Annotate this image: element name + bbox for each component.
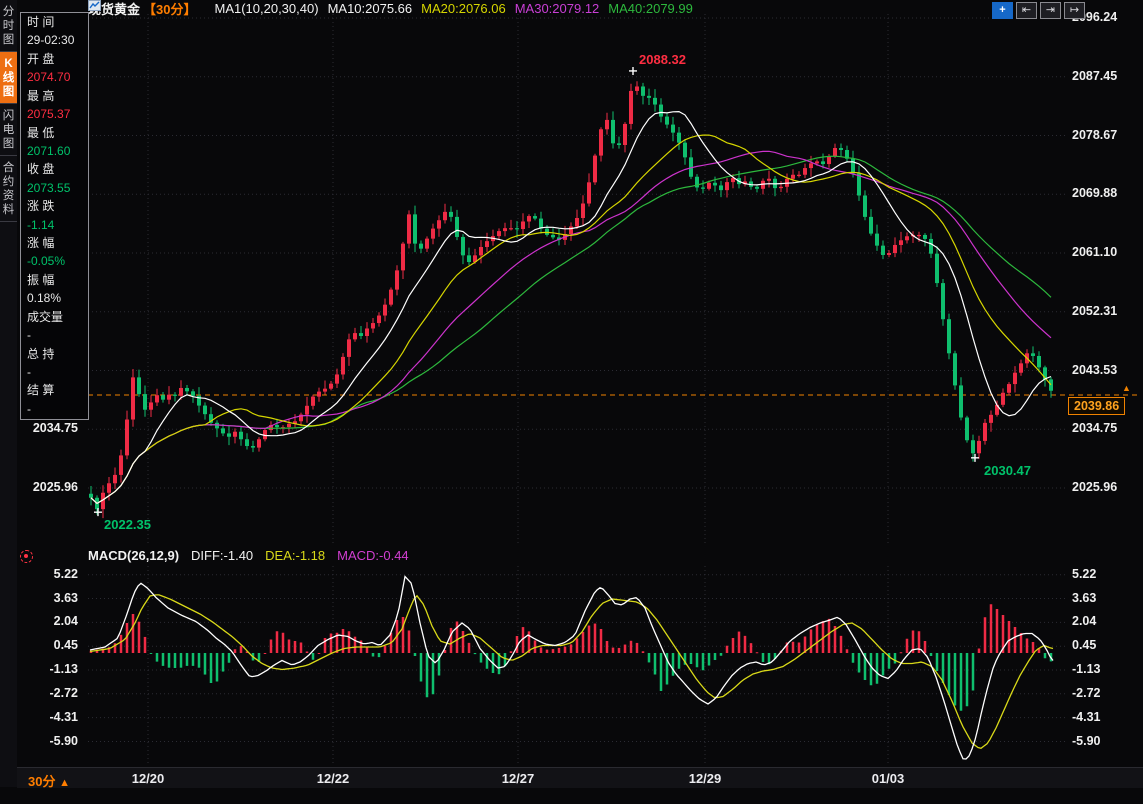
scale-left-icon[interactable]: ⇤	[1016, 2, 1037, 19]
trading-app-window: 2088.322022.352030.47 分时图K线图闪电图合约资料 时 间2…	[0, 0, 1143, 804]
macd-diff-value: DIFF:-1.40	[191, 548, 253, 563]
info-row: -0.05%	[27, 255, 88, 268]
macd-axis-label: -2.72	[50, 686, 79, 700]
date-label: 12/20	[132, 771, 165, 786]
macd-axis-label: 2.04	[54, 614, 78, 628]
macd-axis-label: -5.90	[1072, 734, 1101, 748]
time-axis-bar: 30分 ▲ 12/20 12/22 12/27 12/29 01/03	[17, 767, 1143, 788]
macd-axis-label: -1.13	[1072, 662, 1101, 676]
info-row: 时 间	[27, 16, 88, 29]
macd-header: MACD(26,12,9) DIFF:-1.40 DEA:-1.18 MACD:…	[88, 547, 409, 563]
period-badge: 【30分】	[143, 0, 196, 18]
timeframe-label: 30分	[28, 774, 55, 789]
macd-axis-label: 2.04	[1072, 614, 1096, 628]
quote-info-panel: 时 间 29-02:30 开 盘 2074.70 最 高 2075.37 最 低 2071.6…	[20, 12, 89, 420]
sidebar-item-合约资料[interactable]: 合约资料	[0, 156, 17, 222]
left-tab-strip: 分时图K线图闪电图合约资料	[0, 0, 17, 787]
macd-axis-label: 0.45	[1072, 638, 1096, 652]
ma30-value: MA30:2079.12	[515, 1, 600, 16]
info-row: 振 幅	[27, 274, 88, 287]
info-row: -	[27, 329, 88, 342]
info-row: 总 持	[27, 348, 88, 361]
crosshair-icon[interactable]: +	[992, 2, 1013, 19]
sidebar-item-分时图[interactable]: 分时图	[0, 0, 17, 52]
macd-axis-label: -1.13	[50, 662, 79, 676]
macd-dea-value: DEA:-1.18	[265, 548, 325, 563]
macd-params-label: MACD(26,12,9)	[88, 548, 179, 563]
info-row: 2073.55	[27, 182, 88, 195]
info-row: 涨 跌	[27, 200, 88, 213]
ma20-value: MA20:2076.06	[421, 1, 506, 16]
macd-axis-label: 3.63	[1072, 591, 1096, 605]
svg-text:2088.32: 2088.32	[639, 52, 686, 67]
ma10-value: MA10:2075.66	[328, 1, 413, 16]
info-row: -	[27, 366, 88, 379]
scale-right-icon[interactable]: ⇥	[1040, 2, 1061, 19]
macd-axis-label: 3.63	[54, 591, 78, 605]
info-row: 最 高	[27, 90, 88, 103]
info-row: 0.18%	[27, 292, 88, 305]
macd-macd-value: MACD:-0.44	[337, 548, 409, 563]
date-label: 12/29	[689, 771, 722, 786]
indicator-toggle-icon[interactable]	[20, 550, 33, 563]
info-row: 开 盘	[27, 53, 88, 66]
current-price-tag: 2039.86	[1068, 397, 1125, 415]
info-row: 最 低	[27, 127, 88, 140]
ma40-value: MA40:2079.99	[608, 1, 693, 16]
sidebar-item-闪电图[interactable]: 闪电图	[0, 104, 17, 156]
info-row: -1.14	[27, 219, 88, 232]
info-row: 收 盘	[27, 163, 88, 176]
info-row: 2075.37	[27, 108, 88, 121]
svg-text:2030.47: 2030.47	[984, 463, 1031, 478]
chart-toolbar: +⇤⇥↦	[992, 2, 1085, 19]
chevron-up-icon: ▲	[59, 777, 70, 789]
price-alert-icon[interactable]: ▲	[1122, 383, 1131, 393]
macd-axis-label: 5.22	[54, 567, 78, 581]
info-row: 2071.60	[27, 145, 88, 158]
current-price-value: 2039.86	[1074, 399, 1119, 413]
info-row: 结 算	[27, 384, 88, 397]
macd-axis-label: -2.72	[1072, 686, 1101, 700]
info-row: 成交量	[27, 311, 88, 324]
info-row: 涨 幅	[27, 237, 88, 250]
macd-axis-label: 5.22	[1072, 567, 1096, 581]
sidebar-item-K线图[interactable]: K线图	[0, 52, 17, 104]
macd-axis-label: -4.31	[50, 710, 79, 724]
info-row: 29-02:30	[27, 34, 88, 47]
chart-canvas[interactable]: 2088.32 2022.35 2030.47	[0, 0, 1143, 804]
macd-axis-label: -5.90	[50, 734, 79, 748]
date-label: 12/22	[317, 771, 350, 786]
macd-axis-label: 0.45	[54, 638, 78, 652]
timeframe-selector[interactable]: 30分 ▲	[28, 771, 70, 790]
pan-right-icon[interactable]: ↦	[1064, 2, 1085, 19]
date-label: 01/03	[872, 771, 905, 786]
info-row: -	[27, 403, 88, 416]
svg-text:2022.35: 2022.35	[104, 517, 151, 532]
ma-group-label: MA1(10,20,30,40)	[214, 1, 318, 16]
info-row: 2074.70	[27, 71, 88, 84]
chart-header: 现货黄金【30分】 MA1(10,20,30,40) MA10:2075.66 …	[88, 0, 693, 17]
macd-axis-label: -4.31	[1072, 710, 1101, 724]
date-label: 12/27	[502, 771, 535, 786]
